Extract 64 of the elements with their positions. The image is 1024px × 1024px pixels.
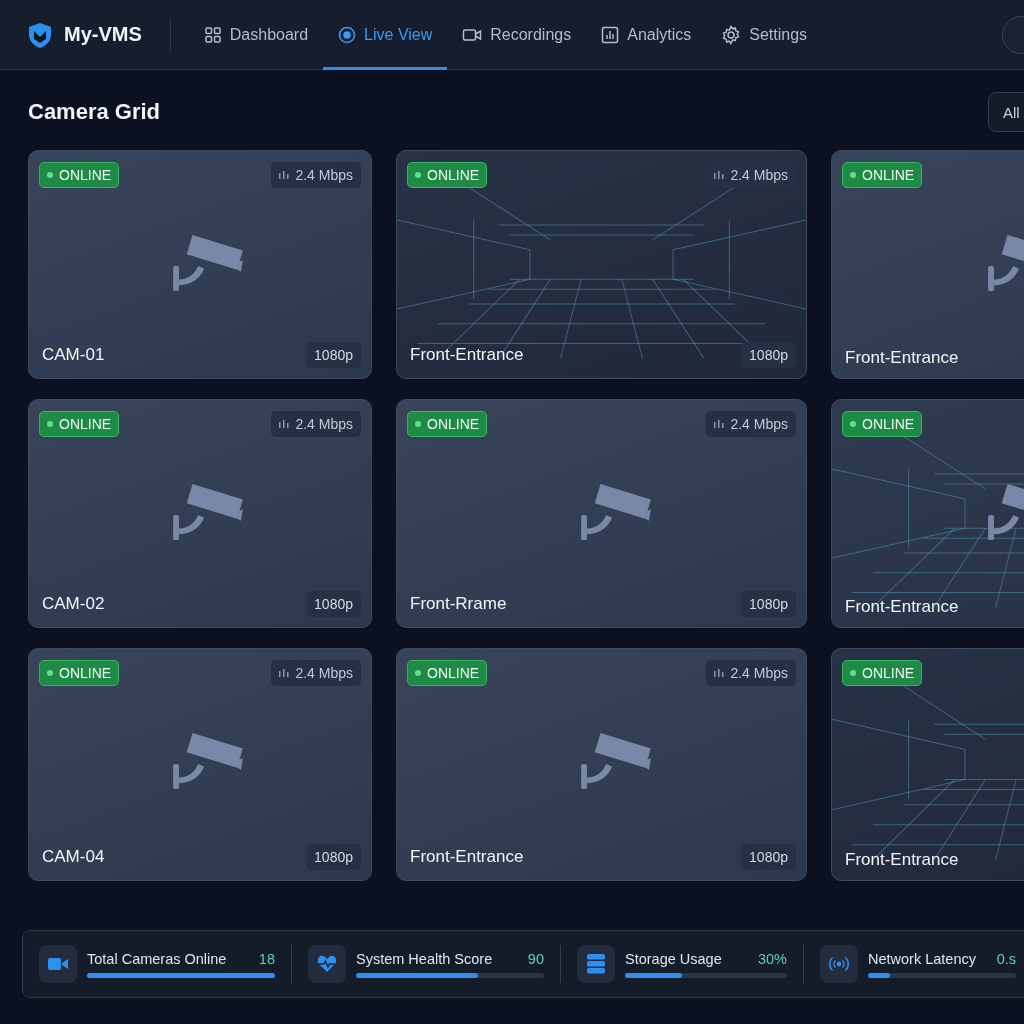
camera-name: CAM-02: [42, 594, 105, 614]
page-title: Camera Grid: [28, 99, 161, 125]
camera-name: CAM-01: [42, 345, 105, 365]
camera-tile[interactable]: ONLINE 2.4 Mbps Front-Entrance 1080p: [396, 648, 807, 881]
status-badge: ONLINE: [407, 660, 488, 686]
resolution-badge: 1080p: [306, 591, 361, 617]
camera-name: Front-Entrance: [845, 597, 959, 617]
status-badge: ONLINE: [39, 411, 120, 437]
stat-label: Storage Usage: [625, 950, 722, 967]
broadcast-icon: [828, 956, 850, 972]
camera-name: Front-Entrance: [410, 345, 524, 365]
resolution-badge: 1080p: [741, 342, 796, 368]
bitrate-badge: 2.4 Mbps: [271, 411, 361, 437]
shield-logo-icon: [26, 20, 54, 49]
filter-dropdown[interactable]: All: [988, 92, 1024, 132]
status-badge: ONLINE: [39, 162, 120, 188]
bitrate-badge: 2.4 Mbps: [706, 660, 796, 686]
app-name: My-VMS: [64, 23, 142, 46]
nav-tab[interactable]: Settings: [706, 0, 823, 70]
bitrate-badge: 2.4 Mbps: [706, 162, 796, 188]
bitrate-badge: 2.4 Mbps: [706, 411, 796, 437]
status-badge: ONLINE: [842, 162, 923, 188]
camera-tile[interactable]: ONLINE 2.4 Mbps CAM-02 1080p: [28, 399, 372, 628]
resolution-badge: 1080p: [306, 342, 361, 368]
camera-tile[interactable]: ONLINE Front-Entrance: [831, 150, 1024, 379]
bitrate-badge: 2.4 Mbps: [271, 660, 361, 686]
grid-icon: [203, 25, 222, 44]
stat-label: Total Cameras Online: [87, 950, 227, 967]
stat-label: System Health Score: [356, 950, 493, 967]
server-icon: [587, 954, 605, 974]
bitrate-badge: 2.4 Mbps: [271, 162, 361, 188]
heart-pulse-icon: [317, 955, 337, 973]
camera-name: CAM-04: [42, 847, 105, 867]
stat-value: 30%: [757, 950, 787, 967]
camera-name: Front-Rrame: [410, 594, 507, 614]
video-camera-icon: [48, 956, 68, 972]
camera-tile[interactable]: ONLINE 2.4 Mbps CAM-04 1080p: [28, 648, 372, 881]
nav-tab[interactable]: Live View: [323, 0, 448, 70]
stat-value: 90: [527, 950, 544, 967]
nav-tab[interactable]: Recordings: [447, 0, 587, 70]
target-icon: [338, 25, 357, 44]
stat-label: Network Latency: [868, 950, 976, 967]
status-badge: ONLINE: [842, 660, 923, 686]
camera-tile[interactable]: ONLINE 2.4 Mbps CAM-01 1080p: [28, 150, 372, 379]
nav-tab[interactable]: Dashboard: [188, 0, 324, 70]
camera-name: Front-Entrance: [845, 850, 959, 870]
stat-value: 18: [258, 950, 275, 967]
camera-tile[interactable]: ONLINE 2.4 Mbps Front-Rrame 1080p: [396, 399, 807, 628]
settings-icon: [721, 24, 742, 45]
resolution-badge: 1080p: [741, 844, 796, 870]
status-badge: ONLINE: [39, 660, 120, 686]
stat-value: 0.s: [996, 950, 1016, 967]
resolution-badge: 1080p: [306, 844, 361, 870]
resolution-badge: 1080p: [741, 591, 796, 617]
status-badge: ONLINE: [842, 411, 923, 437]
nav-tab[interactable]: Analytics: [586, 0, 707, 70]
status-badge: ONLINE: [407, 162, 488, 188]
camera-tile[interactable]: ONLINE Front-Entrance: [831, 399, 1024, 628]
camera-tile[interactable]: ONLINE Front-Entrance: [831, 648, 1024, 881]
camera-tile[interactable]: ONLINE 2.4 Mbps Front-Entrance 1080p: [396, 150, 807, 379]
camera-name: Front-Entrance: [845, 348, 959, 368]
camera-name: Front-Entrance: [410, 847, 524, 867]
status-badge: ONLINE: [407, 411, 488, 437]
chart-icon: [601, 25, 620, 44]
